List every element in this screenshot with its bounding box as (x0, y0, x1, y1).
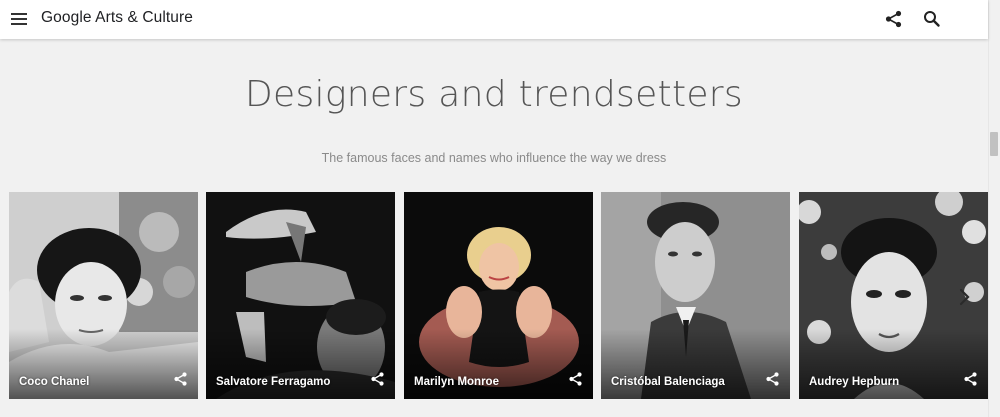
caption-gradient (9, 329, 198, 399)
card-title: Audrey Hepburn (809, 376, 900, 388)
page-scrollbar[interactable] (988, 0, 1000, 417)
top-app-bar: Google Arts & Culture (0, 0, 988, 39)
share-icon[interactable] (963, 371, 979, 387)
chevron-right-icon[interactable] (958, 287, 972, 307)
share-icon[interactable] (370, 371, 386, 387)
card-title: Marilyn Monroe (414, 376, 499, 388)
section-subtitle: The famous faces and names who influence… (321, 151, 667, 165)
section-title: Designers and trendsetters (245, 74, 743, 115)
card-cristobal-balenciaga[interactable]: Cristóbal Balenciaga (601, 192, 790, 399)
card-salvatore-ferragamo[interactable]: Salvatore Ferragamo (206, 192, 395, 399)
card-carousel: Coco Chanel Salvatore Ferragamo Marilyn … (9, 192, 988, 400)
share-icon[interactable] (173, 371, 189, 387)
card-title: Coco Chanel (19, 376, 90, 388)
card-title: Salvatore Ferragamo (216, 376, 331, 388)
share-icon[interactable] (884, 9, 904, 29)
scrollbar-thumb[interactable] (990, 132, 998, 156)
share-icon[interactable] (568, 371, 584, 387)
caption-gradient (404, 329, 593, 399)
card-marilyn-monroe[interactable]: Marilyn Monroe (404, 192, 593, 399)
caption-gradient (206, 329, 395, 399)
card-title: Cristóbal Balenciaga (611, 376, 725, 388)
card-coco-chanel[interactable]: Coco Chanel (9, 192, 198, 399)
share-icon[interactable] (765, 371, 781, 387)
caption-gradient (601, 329, 790, 399)
caption-gradient (799, 329, 988, 399)
menu-icon[interactable] (11, 11, 29, 27)
search-icon[interactable] (922, 9, 942, 29)
app-logo[interactable]: Google Arts & Culture (41, 9, 193, 27)
